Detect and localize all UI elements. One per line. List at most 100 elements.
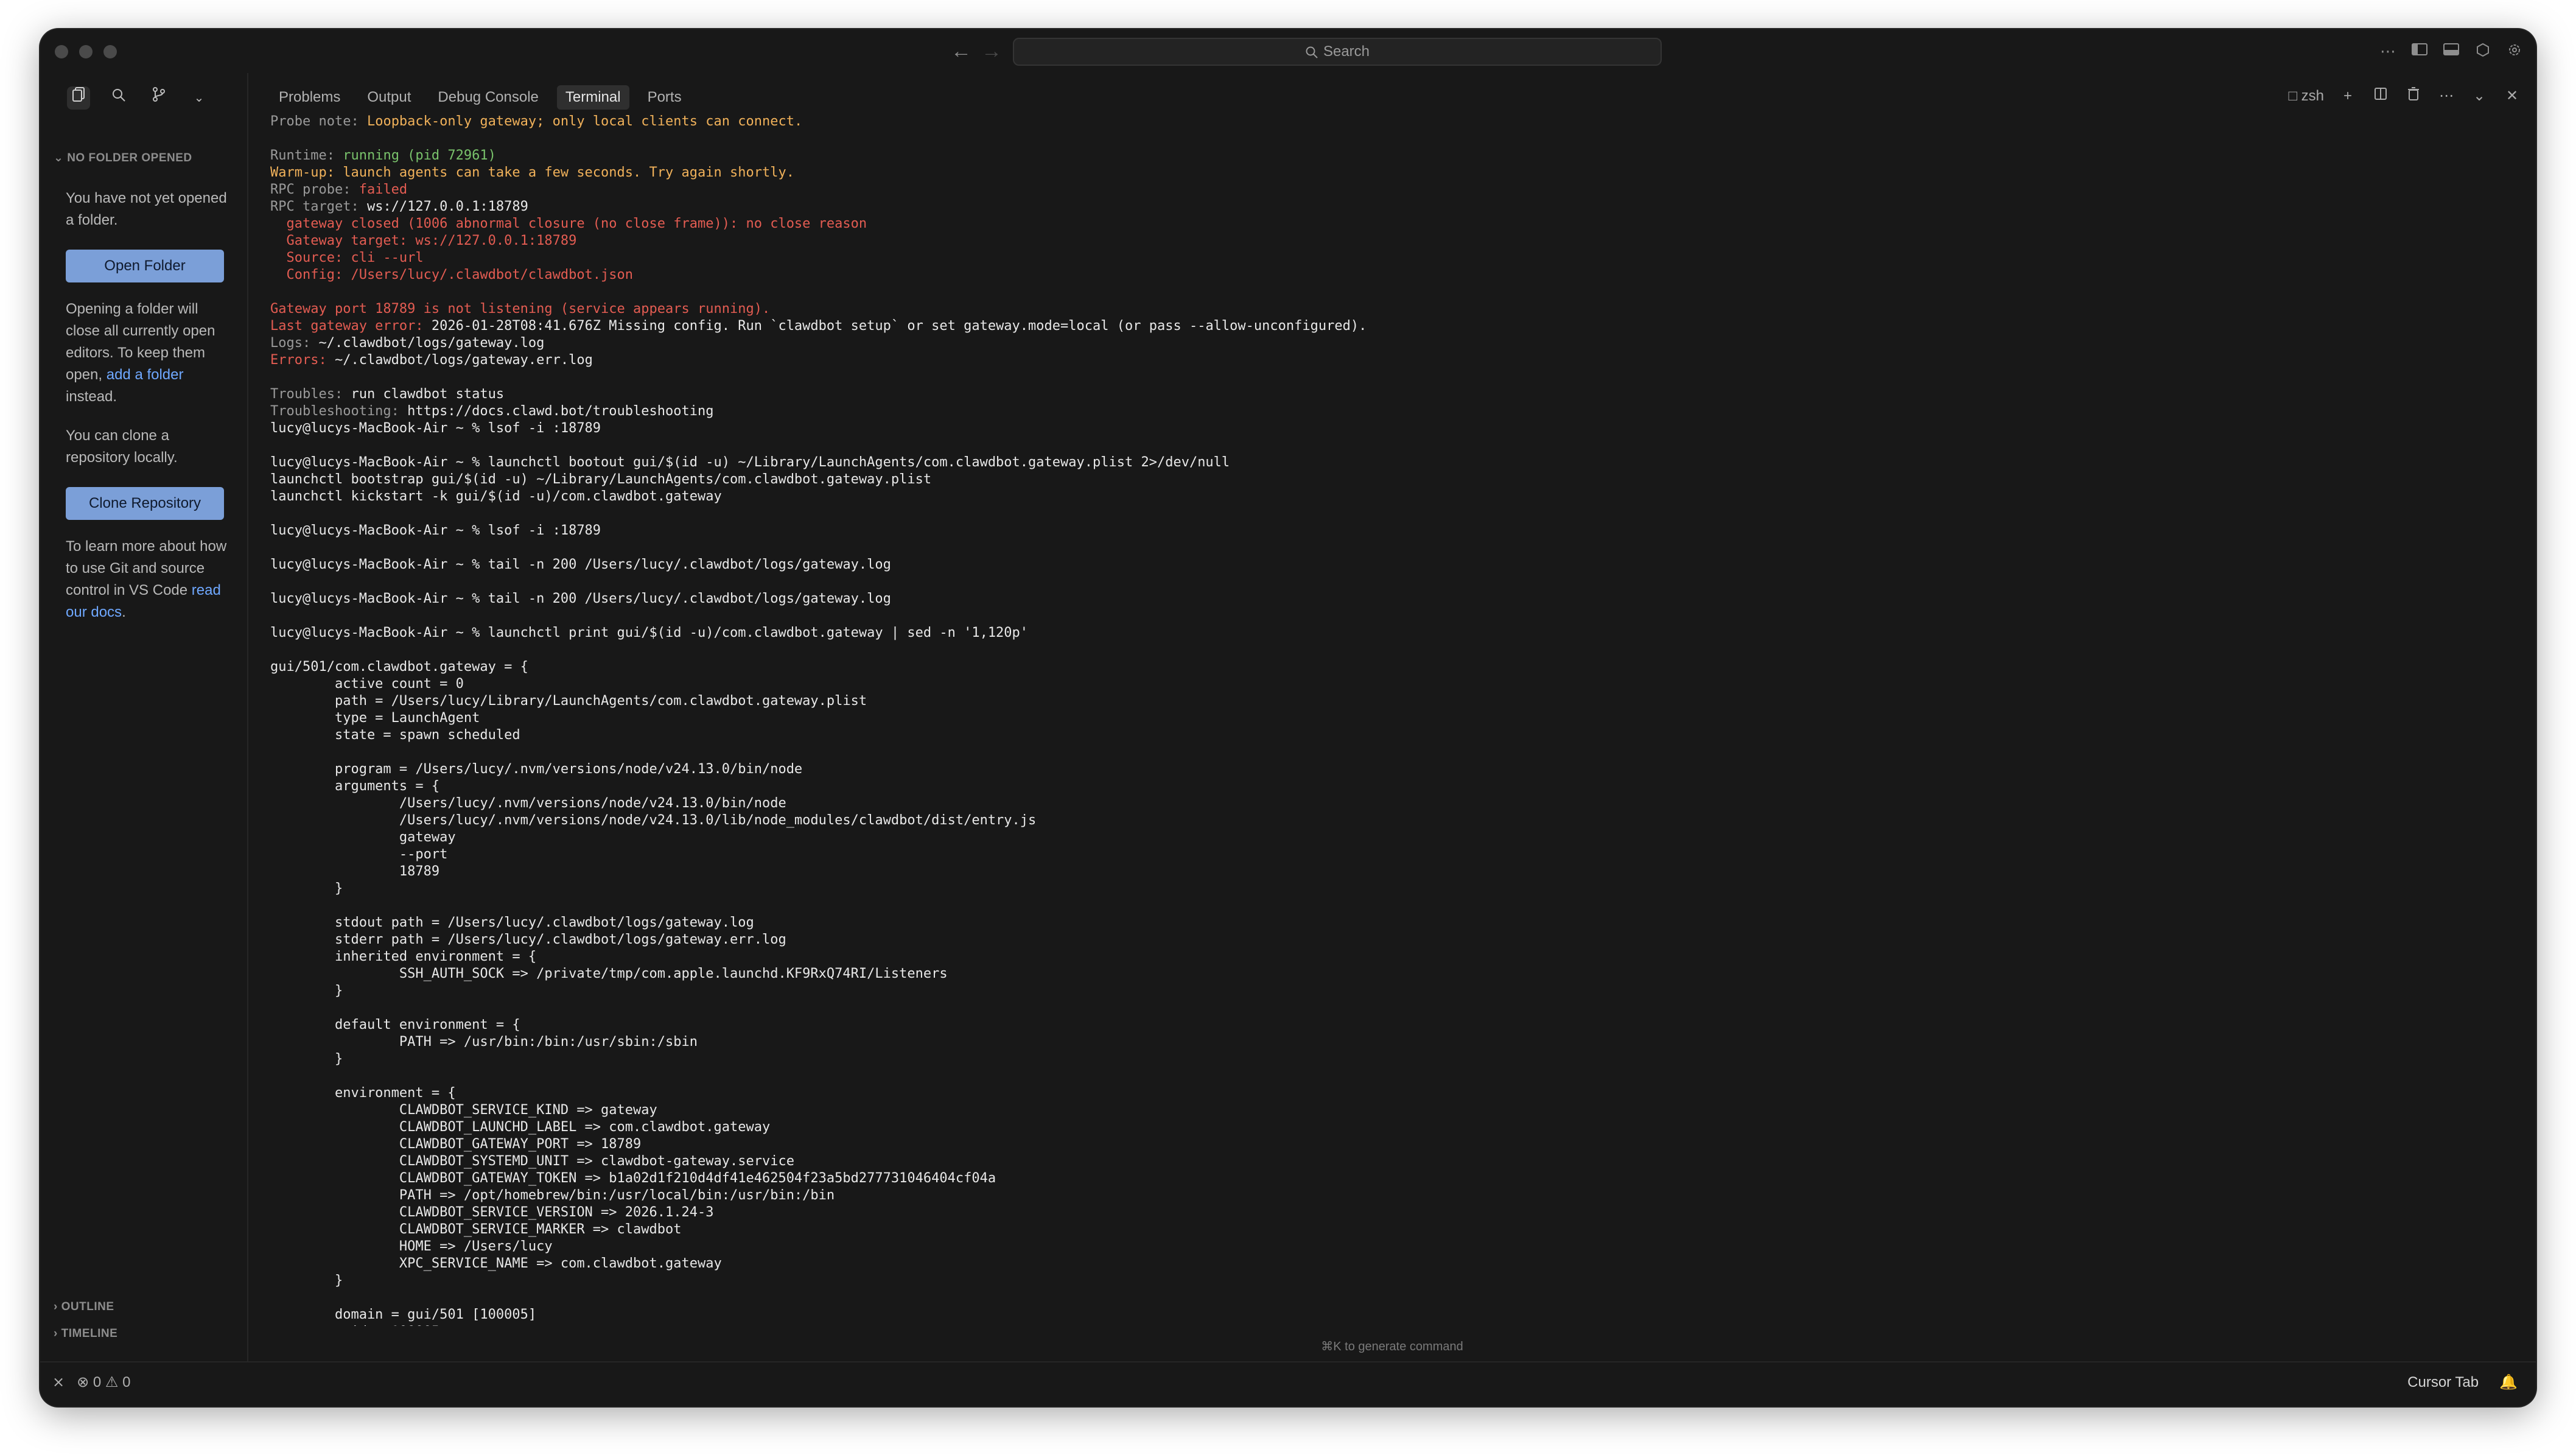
terminal-text: inherited environment = { xyxy=(270,949,537,964)
terminal-line: inherited environment = { xyxy=(270,948,2511,966)
warning-count: 0 xyxy=(122,1374,131,1390)
zoom-window-button[interactable] xyxy=(103,45,117,58)
settings-gear-icon[interactable] xyxy=(2505,42,2524,60)
files-icon[interactable] xyxy=(67,86,90,110)
more-actions-icon[interactable]: ⋯ xyxy=(2437,87,2455,105)
terminal-text: HOME => /Users/lucy xyxy=(270,1239,553,1254)
terminal-text: arguments = { xyxy=(270,779,440,794)
terminal-line: Errors: ~/.clawdbot/logs/gateway.err.log xyxy=(270,352,2511,369)
tab-terminal[interactable]: Terminal xyxy=(556,85,629,110)
terminal-output[interactable]: Probe note: Loopback-only gateway; only … xyxy=(270,113,2511,1326)
terminal-line: CLAWDBOT_SERVICE_KIND => gateway xyxy=(270,1102,2511,1119)
terminal-line: arguments = { xyxy=(270,778,2511,795)
terminal-text: 18789 xyxy=(270,864,440,879)
terminal-text: gateway closed (1006 abnormal closure (n… xyxy=(270,216,867,231)
terminal-actions: □ zsh + ⋯ ⌄ ✕ xyxy=(2288,86,2521,106)
terminal-text: Logs: xyxy=(270,335,319,351)
bottom-panel: Problems Output Debug Console Terminal Ports… xyxy=(248,73,2536,1362)
search-icon[interactable] xyxy=(107,86,130,110)
status-left: ⨯ ⊗ 0 ⚠ 0 xyxy=(52,1373,130,1391)
terminal-text: RPC probe: xyxy=(270,182,359,197)
cursor-tab-status[interactable]: Cursor Tab xyxy=(2407,1374,2479,1391)
chevron-down-icon[interactable]: ⌄ xyxy=(2470,87,2488,105)
terminal-text: } xyxy=(270,1273,343,1288)
tab-debug-console[interactable]: Debug Console xyxy=(429,85,547,110)
terminal-line: program = /Users/lucy/.nvm/versions/node… xyxy=(270,761,2511,778)
tab-problems[interactable]: Problems xyxy=(270,85,349,110)
problems-indicator[interactable]: ⊗ 0 ⚠ 0 xyxy=(77,1373,130,1391)
terminal-text: launchctl kickstart -k gui/$(id -u)/com.… xyxy=(270,489,722,504)
terminal-line: lucy@lucys-MacBook-Air ~ % lsof -i :1878… xyxy=(270,420,2511,437)
terminal-text: --port xyxy=(270,847,448,862)
terminal-text: ~/.clawdbot/logs/gateway.log xyxy=(318,335,545,351)
terminal-text: RPC target: xyxy=(270,199,367,214)
terminal-line: gui/501/com.clawdbot.gateway = { xyxy=(270,659,2511,676)
no-folder-section-header[interactable]: ⌄ NO FOLDER OPENED xyxy=(54,151,192,165)
terminal-line: --port xyxy=(270,846,2511,863)
terminal-text: asid = 100005 xyxy=(270,1324,439,1326)
minimize-window-button[interactable] xyxy=(79,45,93,58)
toggle-sidebar-icon[interactable] xyxy=(2410,42,2429,60)
search-placeholder: Search xyxy=(1323,43,1370,60)
terminal-line: path = /Users/lucy/Library/LaunchAgents/… xyxy=(270,693,2511,710)
terminal-line: launchctl bootstrap gui/$(id -u) ~/Libra… xyxy=(270,471,2511,488)
command-center-search[interactable]: Search xyxy=(1013,38,1662,66)
terminal-line: lucy@lucys-MacBook-Air ~ % launchctl boo… xyxy=(270,454,2511,471)
terminal-text: Last gateway error: xyxy=(270,318,432,334)
terminal-text: /Users/lucy/.nvm/versions/node/v24.13.0/… xyxy=(270,813,1037,828)
close-window-button[interactable] xyxy=(55,45,68,58)
new-terminal-icon[interactable]: + xyxy=(2339,87,2357,105)
terminal-line: Config: /Users/lucy/.clawdbot/clawdbot.j… xyxy=(270,267,2511,284)
outline-section-header[interactable]: › OUTLINE xyxy=(54,1300,114,1314)
terminal-line: active count = 0 xyxy=(270,676,2511,693)
terminal-text: ~/.clawdbot/logs/gateway.err.log xyxy=(334,352,593,368)
terminal-text: run clawdbot status xyxy=(351,387,505,402)
terminal-text: /Users/lucy/.nvm/versions/node/v24.13.0/… xyxy=(270,796,786,811)
extensions-icon[interactable] xyxy=(2474,42,2492,60)
add-folder-link[interactable]: add a folder xyxy=(107,366,184,383)
note-text-end: instead. xyxy=(66,388,117,405)
terminal-line: Troubleshooting: https://docs.clawd.bot/… xyxy=(270,403,2511,420)
terminal-text: CLAWDBOT_SERVICE_VERSION => 2026.1.24-3 xyxy=(270,1205,714,1220)
tab-output[interactable]: Output xyxy=(359,85,419,110)
toggle-panel-icon[interactable] xyxy=(2442,42,2460,60)
close-panel-icon[interactable]: ✕ xyxy=(2503,87,2521,105)
terminal-line: stdout path = /Users/lucy/.clawdbot/logs… xyxy=(270,914,2511,931)
terminal-line: Source: cli --url xyxy=(270,250,2511,267)
clone-repository-button[interactable]: Clone Repository xyxy=(66,487,224,520)
terminal-text: CLAWDBOT_SERVICE_MARKER => clawdbot xyxy=(270,1222,682,1237)
open-folder-button[interactable]: Open Folder xyxy=(66,250,224,282)
timeline-section-header[interactable]: › TIMELINE xyxy=(54,1327,117,1341)
terminal-line: XPC_SERVICE_NAME => com.clawdbot.gateway xyxy=(270,1255,2511,1272)
terminal-text: gateway xyxy=(270,830,456,845)
shell-name: zsh xyxy=(2301,88,2324,104)
terminal-line: PATH => /usr/bin:/bin:/usr/sbin:/sbin xyxy=(270,1034,2511,1051)
panel-tabs: Problems Output Debug Console Terminal Ports xyxy=(270,85,690,110)
open-folder-note: Opening a folder will close all currentl… xyxy=(66,298,228,408)
notifications-bell-icon[interactable]: 🔔 xyxy=(2499,1373,2518,1391)
more-icon[interactable]: ⋯ xyxy=(2379,42,2397,60)
trash-icon[interactable] xyxy=(2404,86,2423,106)
sidebar-toolbar: ⌄ xyxy=(67,86,211,110)
back-arrow-icon[interactable]: ← xyxy=(951,38,971,65)
chevron-down-icon[interactable]: ⌄ xyxy=(187,86,211,110)
tab-ports[interactable]: Ports xyxy=(639,85,690,110)
terminal-line: lucy@lucys-MacBook-Air ~ % tail -n 200 /… xyxy=(270,556,2511,573)
terminal-text: environment = { xyxy=(270,1085,456,1101)
source-control-icon[interactable] xyxy=(147,86,170,110)
split-terminal-icon[interactable] xyxy=(2371,86,2390,106)
clone-message: You can clone a repository locally. xyxy=(66,427,178,466)
terminal-text: lucy@lucys-MacBook-Air ~ % lsof -i :1878… xyxy=(270,523,601,538)
terminal-icon: □ xyxy=(2288,88,2297,104)
terminal-profile[interactable]: □ zsh xyxy=(2288,88,2324,105)
terminal-line: } xyxy=(270,983,2511,1000)
terminal-text: } xyxy=(270,983,343,998)
terminal-line: gateway xyxy=(270,829,2511,846)
remote-icon[interactable]: ⨯ xyxy=(52,1373,65,1391)
forward-arrow-icon[interactable]: → xyxy=(981,38,1002,65)
